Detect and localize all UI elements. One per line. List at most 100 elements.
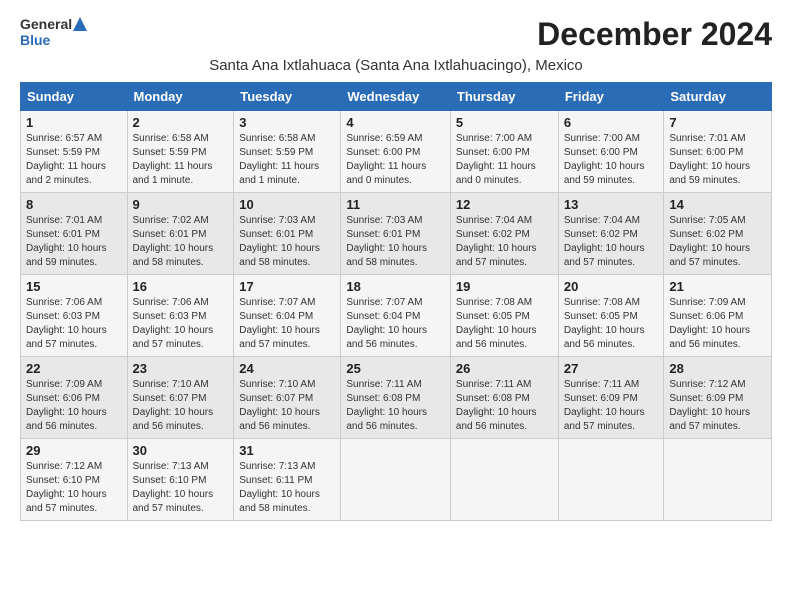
day-number: 27 bbox=[564, 361, 659, 376]
calendar-cell: 30 Sunrise: 7:13 AMSunset: 6:10 PMDayligh… bbox=[127, 439, 234, 521]
day-number: 1 bbox=[26, 115, 122, 130]
day-info: Sunrise: 6:58 AMSunset: 5:59 PMDaylight:… bbox=[239, 132, 335, 188]
day-info: Sunrise: 7:08 AMSunset: 6:05 PMDaylight:… bbox=[456, 296, 553, 352]
day-info: Sunrise: 7:13 AMSunset: 6:11 PMDaylight:… bbox=[239, 460, 335, 516]
day-number: 8 bbox=[26, 197, 122, 212]
logo-bird-icon bbox=[73, 17, 87, 31]
calendar-cell: 18 Sunrise: 7:07 AMSunset: 6:04 PMDayligh… bbox=[341, 275, 451, 357]
day-number: 7 bbox=[669, 115, 766, 130]
day-info: Sunrise: 7:12 AMSunset: 6:10 PMDaylight:… bbox=[26, 460, 122, 516]
day-number: 20 bbox=[564, 279, 659, 294]
day-number: 22 bbox=[26, 361, 122, 376]
day-info: Sunrise: 6:59 AMSunset: 6:00 PMDaylight:… bbox=[346, 132, 445, 188]
calendar-week-row: 15 Sunrise: 7:06 AMSunset: 6:03 PMDayligh… bbox=[21, 275, 772, 357]
calendar-table: SundayMondayTuesdayWednesdayThursdayFrid… bbox=[20, 82, 772, 521]
day-number: 12 bbox=[456, 197, 553, 212]
day-info: Sunrise: 7:06 AMSunset: 6:03 PMDaylight:… bbox=[133, 296, 229, 352]
calendar-cell: 28Sunrise: 7:12 AMSunset: 6:09 PMDayligh… bbox=[664, 357, 772, 439]
day-header-saturday: Saturday bbox=[664, 83, 772, 111]
page-header: General Blue December 2024 bbox=[20, 16, 772, 53]
day-info: Sunrise: 7:09 AMSunset: 6:06 PMDaylight:… bbox=[669, 296, 766, 352]
day-info: Sunrise: 7:06 AMSunset: 6:03 PMDaylight:… bbox=[26, 296, 122, 352]
day-info: Sunrise: 7:07 AMSunset: 6:04 PMDaylight:… bbox=[239, 296, 335, 352]
day-number: 29 bbox=[26, 443, 122, 458]
day-number: 4 bbox=[346, 115, 445, 130]
day-info: Sunrise: 7:10 AMSunset: 6:07 PMDaylight:… bbox=[133, 378, 229, 434]
day-info: Sunrise: 7:07 AMSunset: 6:04 PMDaylight:… bbox=[346, 296, 445, 352]
calendar-week-row: 29 Sunrise: 7:12 AMSunset: 6:10 PMDayligh… bbox=[21, 439, 772, 521]
calendar-cell: 29 Sunrise: 7:12 AMSunset: 6:10 PMDayligh… bbox=[21, 439, 128, 521]
day-number: 9 bbox=[133, 197, 229, 212]
calendar-header: SundayMondayTuesdayWednesdayThursdayFrid… bbox=[21, 83, 772, 111]
day-number: 11 bbox=[346, 197, 445, 212]
calendar-cell bbox=[450, 439, 558, 521]
day-number: 31 bbox=[239, 443, 335, 458]
calendar-cell: 13Sunrise: 7:04 AMSunset: 6:02 PMDayligh… bbox=[558, 193, 664, 275]
day-info: Sunrise: 7:01 AMSunset: 6:00 PMDaylight:… bbox=[669, 132, 766, 188]
day-info: Sunrise: 7:00 AMSunset: 6:00 PMDaylight:… bbox=[456, 132, 553, 188]
calendar-cell: 15 Sunrise: 7:06 AMSunset: 6:03 PMDayligh… bbox=[21, 275, 128, 357]
logo-blue-text: Blue bbox=[20, 32, 87, 48]
day-info: Sunrise: 7:10 AMSunset: 6:07 PMDaylight:… bbox=[239, 378, 335, 434]
day-info: Sunrise: 7:00 AMSunset: 6:00 PMDaylight:… bbox=[564, 132, 659, 188]
day-number: 23 bbox=[133, 361, 229, 376]
calendar-cell: 2 Sunrise: 6:58 AMSunset: 5:59 PMDaylight… bbox=[127, 111, 234, 193]
logo: General Blue bbox=[20, 16, 87, 48]
calendar-week-row: 8Sunrise: 7:01 AMSunset: 6:01 PMDaylight… bbox=[21, 193, 772, 275]
logo-general-text: General bbox=[20, 16, 72, 32]
day-header-friday: Friday bbox=[558, 83, 664, 111]
day-info: Sunrise: 7:03 AMSunset: 6:01 PMDaylight:… bbox=[346, 214, 445, 270]
day-info: Sunrise: 7:11 AMSunset: 6:08 PMDaylight:… bbox=[456, 378, 553, 434]
location-title: Santa Ana Ixtlahuaca (Santa Ana Ixtlahua… bbox=[20, 57, 772, 74]
day-number: 5 bbox=[456, 115, 553, 130]
day-info: Sunrise: 7:13 AMSunset: 6:10 PMDaylight:… bbox=[133, 460, 229, 516]
calendar-cell: 19 Sunrise: 7:08 AMSunset: 6:05 PMDayligh… bbox=[450, 275, 558, 357]
calendar-cell: 6Sunrise: 7:00 AMSunset: 6:00 PMDaylight… bbox=[558, 111, 664, 193]
calendar-cell: 9 Sunrise: 7:02 AMSunset: 6:01 PMDaylight… bbox=[127, 193, 234, 275]
calendar-cell: 20 Sunrise: 7:08 AMSunset: 6:05 PMDayligh… bbox=[558, 275, 664, 357]
calendar-cell: 3 Sunrise: 6:58 AMSunset: 5:59 PMDaylight… bbox=[234, 111, 341, 193]
calendar-cell bbox=[341, 439, 451, 521]
calendar-cell: 17 Sunrise: 7:07 AMSunset: 6:04 PMDayligh… bbox=[234, 275, 341, 357]
day-info: Sunrise: 6:58 AMSunset: 5:59 PMDaylight:… bbox=[133, 132, 229, 188]
calendar-cell: 24 Sunrise: 7:10 AMSunset: 6:07 PMDayligh… bbox=[234, 357, 341, 439]
day-info: Sunrise: 7:05 AMSunset: 6:02 PMDaylight:… bbox=[669, 214, 766, 270]
calendar-cell: 14 Sunrise: 7:05 AMSunset: 6:02 PMDayligh… bbox=[664, 193, 772, 275]
calendar-week-row: 1 Sunrise: 6:57 AMSunset: 5:59 PMDaylight… bbox=[21, 111, 772, 193]
day-info: Sunrise: 7:03 AMSunset: 6:01 PMDaylight:… bbox=[239, 214, 335, 270]
day-number: 10 bbox=[239, 197, 335, 212]
calendar-cell: 22 Sunrise: 7:09 AMSunset: 6:06 PMDayligh… bbox=[21, 357, 128, 439]
day-number: 14 bbox=[669, 197, 766, 212]
calendar-week-row: 22 Sunrise: 7:09 AMSunset: 6:06 PMDayligh… bbox=[21, 357, 772, 439]
day-number: 24 bbox=[239, 361, 335, 376]
calendar-cell: 26Sunrise: 7:11 AMSunset: 6:08 PMDayligh… bbox=[450, 357, 558, 439]
calendar-cell bbox=[664, 439, 772, 521]
calendar-cell: 16 Sunrise: 7:06 AMSunset: 6:03 PMDayligh… bbox=[127, 275, 234, 357]
day-number: 30 bbox=[133, 443, 229, 458]
calendar-cell: 25 Sunrise: 7:11 AMSunset: 6:08 PMDayligh… bbox=[341, 357, 451, 439]
calendar-cell: 7 Sunrise: 7:01 AMSunset: 6:00 PMDaylight… bbox=[664, 111, 772, 193]
day-number: 25 bbox=[346, 361, 445, 376]
day-number: 18 bbox=[346, 279, 445, 294]
day-info: Sunrise: 7:09 AMSunset: 6:06 PMDaylight:… bbox=[26, 378, 122, 434]
calendar-cell: 4 Sunrise: 6:59 AMSunset: 6:00 PMDaylight… bbox=[341, 111, 451, 193]
day-number: 19 bbox=[456, 279, 553, 294]
day-number: 15 bbox=[26, 279, 122, 294]
day-info: Sunrise: 7:11 AMSunset: 6:08 PMDaylight:… bbox=[346, 378, 445, 434]
calendar-cell: 1 Sunrise: 6:57 AMSunset: 5:59 PMDaylight… bbox=[21, 111, 128, 193]
calendar-cell bbox=[558, 439, 664, 521]
calendar-cell: 21Sunrise: 7:09 AMSunset: 6:06 PMDayligh… bbox=[664, 275, 772, 357]
day-info: Sunrise: 7:04 AMSunset: 6:02 PMDaylight:… bbox=[456, 214, 553, 270]
day-number: 3 bbox=[239, 115, 335, 130]
calendar-cell: 12 Sunrise: 7:04 AMSunset: 6:02 PMDayligh… bbox=[450, 193, 558, 275]
day-info: Sunrise: 7:04 AMSunset: 6:02 PMDaylight:… bbox=[564, 214, 659, 270]
day-number: 17 bbox=[239, 279, 335, 294]
day-number: 16 bbox=[133, 279, 229, 294]
day-info: Sunrise: 7:11 AMSunset: 6:09 PMDaylight:… bbox=[564, 378, 659, 434]
day-info: Sunrise: 7:02 AMSunset: 6:01 PMDaylight:… bbox=[133, 214, 229, 270]
calendar-cell: 10 Sunrise: 7:03 AMSunset: 6:01 PMDayligh… bbox=[234, 193, 341, 275]
day-info: Sunrise: 6:57 AMSunset: 5:59 PMDaylight:… bbox=[26, 132, 122, 188]
day-header-thursday: Thursday bbox=[450, 83, 558, 111]
day-number: 2 bbox=[133, 115, 229, 130]
day-info: Sunrise: 7:08 AMSunset: 6:05 PMDaylight:… bbox=[564, 296, 659, 352]
